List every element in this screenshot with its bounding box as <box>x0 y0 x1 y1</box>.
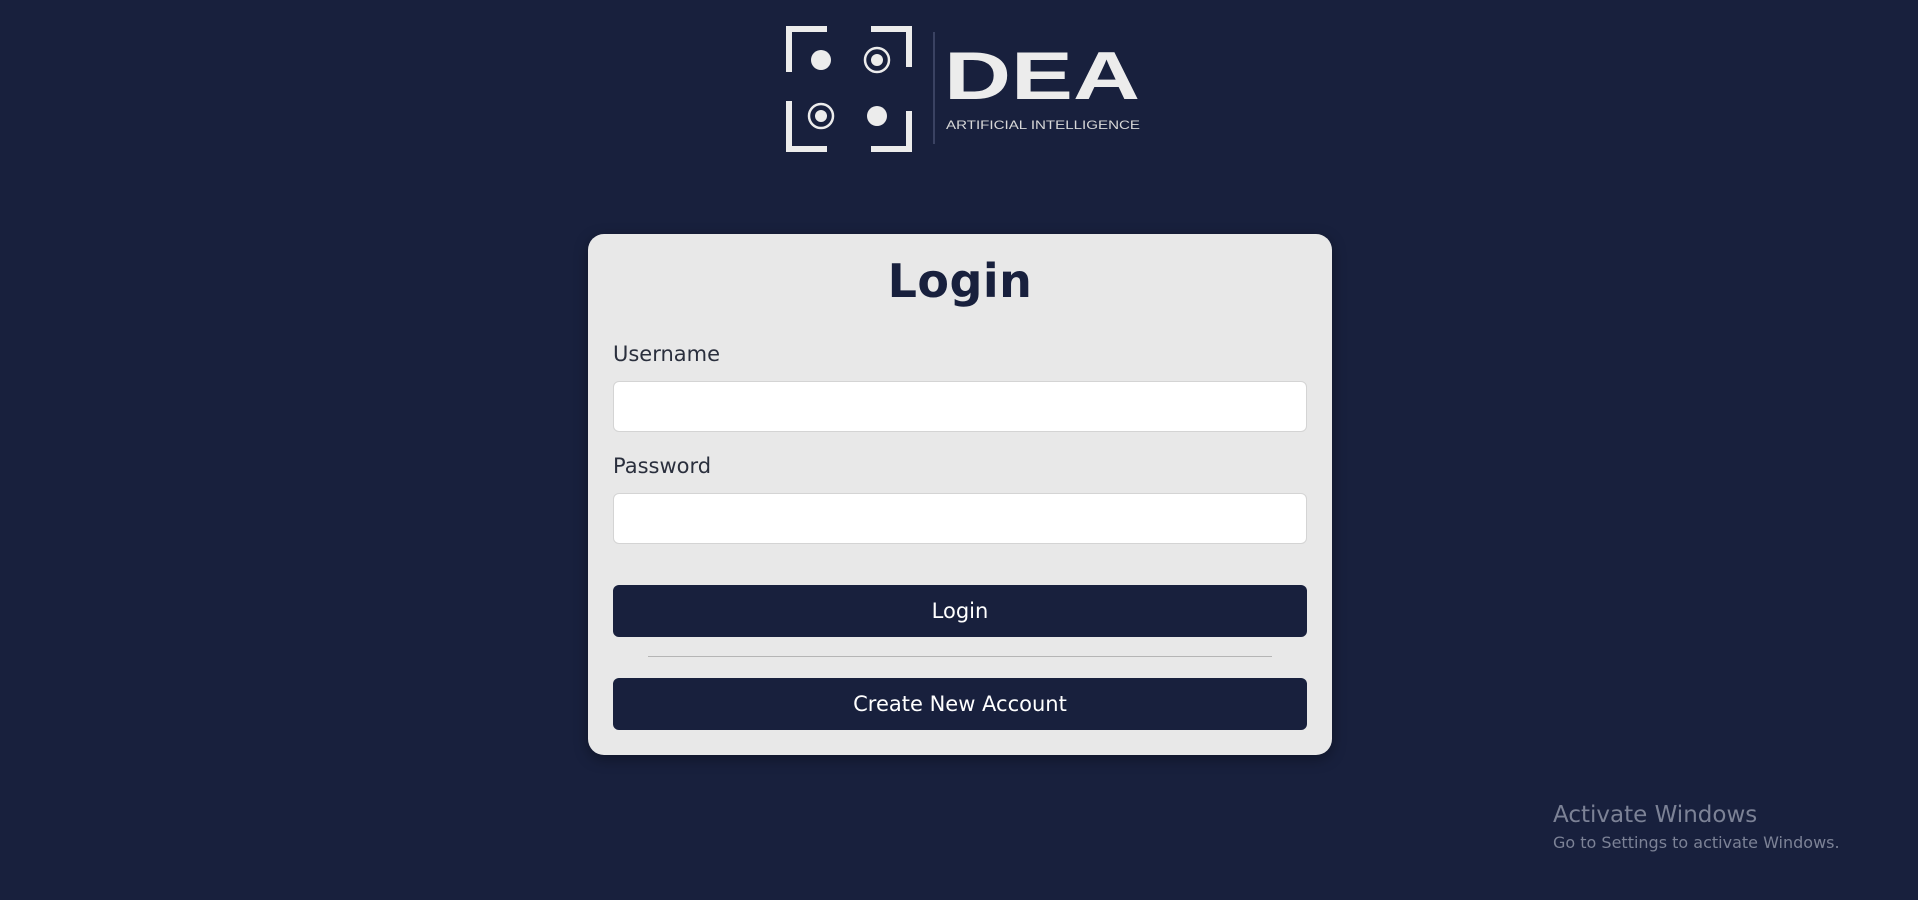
username-label: Username <box>613 342 721 366</box>
password-input[interactable] <box>613 493 1307 544</box>
login-title: Login <box>887 254 1033 308</box>
watermark-subtitle: Go to Settings to activate Windows. <box>1553 832 1840 852</box>
login-button[interactable]: Login <box>613 585 1307 637</box>
username-input[interactable] <box>613 381 1307 432</box>
create-account-button[interactable]: Create New Account <box>613 678 1307 730</box>
logo-wordmark: DEA <box>944 38 1140 114</box>
logo-tagline: ARTIFICIAL INTELLIGENCE <box>946 118 1140 132</box>
face-scan-icon <box>786 26 912 152</box>
logo-wordmark-group: DEA ARTIFICIAL INTELLIGENCE <box>944 36 1144 136</box>
login-card: Login Login Create New Account <box>588 234 1332 755</box>
windows-activation-watermark: Activate Windows Go to Settings to activ… <box>1553 802 1893 854</box>
login-page: DEA ARTIFICIAL INTELLIGENCE Login Login … <box>0 0 1918 900</box>
brand-logo: DEA ARTIFICIAL INTELLIGENCE <box>784 24 1144 154</box>
logo-divider <box>933 32 935 144</box>
watermark-title: Activate Windows <box>1553 802 1758 828</box>
password-label: Password <box>613 454 712 478</box>
card-divider <box>648 656 1272 657</box>
